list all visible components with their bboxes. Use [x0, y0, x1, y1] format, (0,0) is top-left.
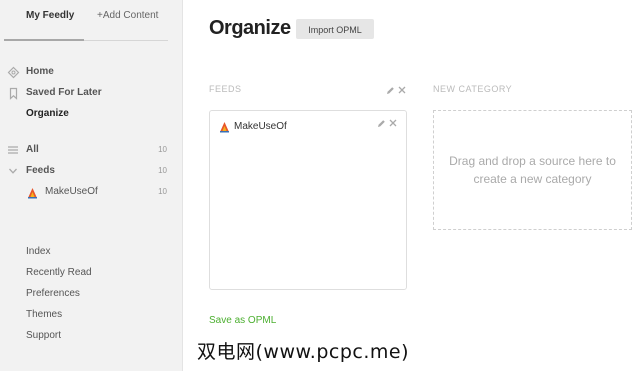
tab-active-indicator	[4, 39, 84, 41]
list-icon	[6, 144, 20, 158]
import-opml-button[interactable]: Import OPML	[296, 19, 374, 39]
sidebar-item-organize[interactable]: Organize	[0, 107, 183, 123]
remove-feed-close-icon[interactable]	[388, 119, 398, 129]
sidebar-link-preferences[interactable]: Preferences	[26, 288, 80, 299]
edit-feed-pencil-icon[interactable]	[376, 119, 386, 129]
sidebar-item-home[interactable]: Home	[0, 65, 183, 81]
sidebar-item-saved[interactable]: Saved For Later	[0, 86, 183, 102]
chevron-down-icon[interactable]	[6, 165, 20, 179]
sidebar-link-support[interactable]: Support	[26, 330, 61, 341]
page-title: Organize	[209, 17, 291, 39]
unread-count: 10	[158, 145, 167, 154]
sidebar-link-recently-read[interactable]: Recently Read	[26, 267, 92, 278]
sidebar-item-feeds[interactable]: Feeds 10	[0, 164, 183, 180]
feeds-section-label: FEEDS	[209, 84, 242, 94]
sidebar-item-all[interactable]: All 10	[0, 143, 183, 159]
sidebar-link-themes[interactable]: Themes	[26, 309, 62, 320]
unread-count: 10	[158, 187, 167, 196]
tab-my-feedly[interactable]: My Feedly	[26, 10, 74, 21]
tab-add-content[interactable]: +Add Content	[97, 10, 158, 21]
home-icon	[6, 66, 20, 80]
makeuseof-feed-icon	[25, 186, 39, 200]
bookmark-icon	[6, 87, 20, 101]
sidebar-item-label: MakeUseOf	[45, 186, 98, 197]
save-as-opml-link[interactable]: Save as OPML	[209, 315, 276, 326]
sidebar-item-label: Saved For Later	[26, 87, 102, 98]
sidebar-link-index[interactable]: Index	[26, 246, 50, 257]
sidebar-tabs: My Feedly +Add Content	[0, 8, 183, 41]
edit-category-pencil-icon[interactable]	[385, 86, 395, 96]
sidebar: My Feedly +Add Content Home Saved For La…	[0, 0, 183, 371]
sidebar-item-makeuseof[interactable]: MakeUseOf 10	[0, 185, 183, 201]
drop-zone-hint: Drag and drop a source here to create a …	[449, 154, 616, 186]
sidebar-item-label: All	[26, 144, 39, 155]
watermark: 双电网(www.pcpc.me)	[197, 341, 409, 363]
unread-count: 10	[158, 166, 167, 175]
feed-name: MakeUseOf	[234, 121, 287, 132]
new-category-label: NEW CATEGORY	[433, 84, 513, 94]
sidebar-item-label: Feeds	[26, 165, 55, 176]
feed-item-makeuseof[interactable]: MakeUseOf	[218, 120, 398, 134]
sidebar-item-label: Organize	[26, 108, 69, 119]
feeds-category-box: MakeUseOf	[209, 110, 407, 290]
delete-category-close-icon[interactable]	[397, 86, 407, 96]
makeuseof-feed-icon	[218, 120, 232, 134]
sidebar-item-label: Home	[26, 66, 54, 77]
new-category-drop-zone[interactable]: Drag and drop a source here to create a …	[433, 110, 632, 230]
